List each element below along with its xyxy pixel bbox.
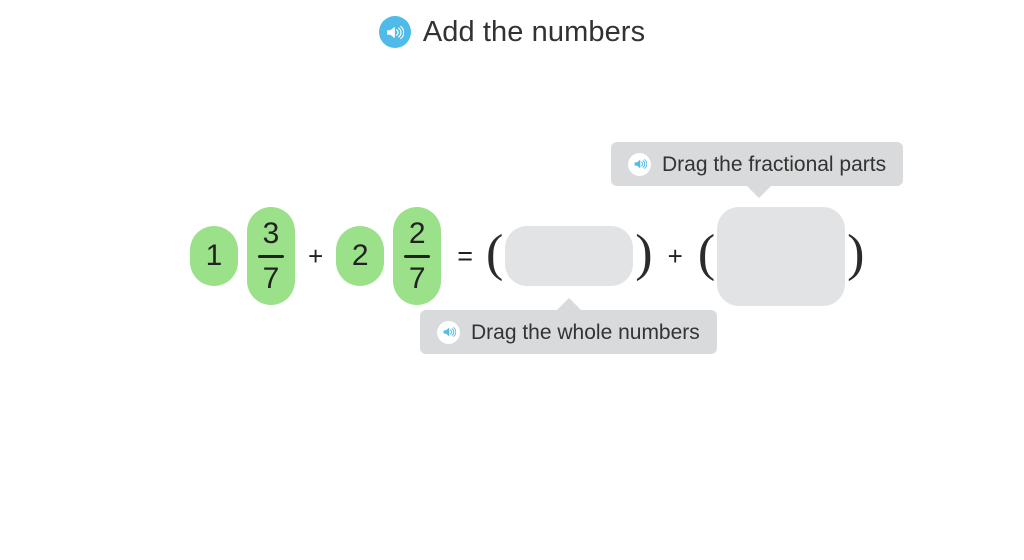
tile-fraction-1[interactable]: 3 7 — [247, 207, 295, 305]
speaker-icon[interactable] — [437, 320, 460, 344]
tile-whole-number-1[interactable]: 1 — [190, 226, 238, 286]
dropzone-fractional-parts[interactable] — [717, 206, 846, 306]
tooltip-pointer-up — [557, 298, 581, 310]
dropzone-whole-numbers[interactable] — [505, 226, 634, 286]
paren-open-1: ( — [485, 225, 504, 282]
tooltip-drag-whole-numbers: Drag the whole numbers — [420, 298, 717, 354]
fraction-numerator: 3 — [262, 216, 280, 250]
operator-plus-2: + — [667, 241, 683, 271]
page-title: Add the numbers — [422, 15, 646, 48]
tile-whole-number-2[interactable]: 2 — [336, 226, 385, 286]
tile-whole-value: 1 — [205, 239, 223, 272]
page-header: Add the numbers — [0, 16, 1024, 48]
paren-close-1: ) — [635, 225, 653, 282]
operator-plus-1: + — [308, 241, 324, 271]
tooltip-drag-fractional-parts: Drag the fractional parts — [611, 142, 904, 198]
fraction-denominator: 7 — [408, 261, 426, 295]
paren-open-2: ( — [697, 225, 716, 282]
fraction-numerator: 2 — [408, 216, 426, 250]
tooltip-label: Drag the fractional parts — [662, 152, 887, 176]
exercise-canvas: Add the numbers 1 3 7 + 2 2 7 = ( ) + ( — [0, 0, 1024, 560]
speaker-icon[interactable] — [378, 16, 411, 48]
equation-row: 1 3 7 + 2 2 7 = ( ) + ( ) — [190, 200, 866, 312]
fraction-bar — [258, 254, 284, 258]
speaker-icon[interactable] — [628, 152, 651, 176]
fraction-bar — [404, 254, 431, 258]
tooltip-pointer-down — [747, 186, 771, 198]
operator-equals: = — [457, 240, 473, 271]
tile-fraction-2[interactable]: 2 7 — [393, 207, 442, 305]
fraction-denominator: 7 — [262, 261, 280, 295]
tooltip-label: Drag the whole numbers — [471, 320, 700, 344]
paren-close-2: ) — [847, 225, 865, 282]
tile-whole-value: 2 — [351, 239, 369, 272]
